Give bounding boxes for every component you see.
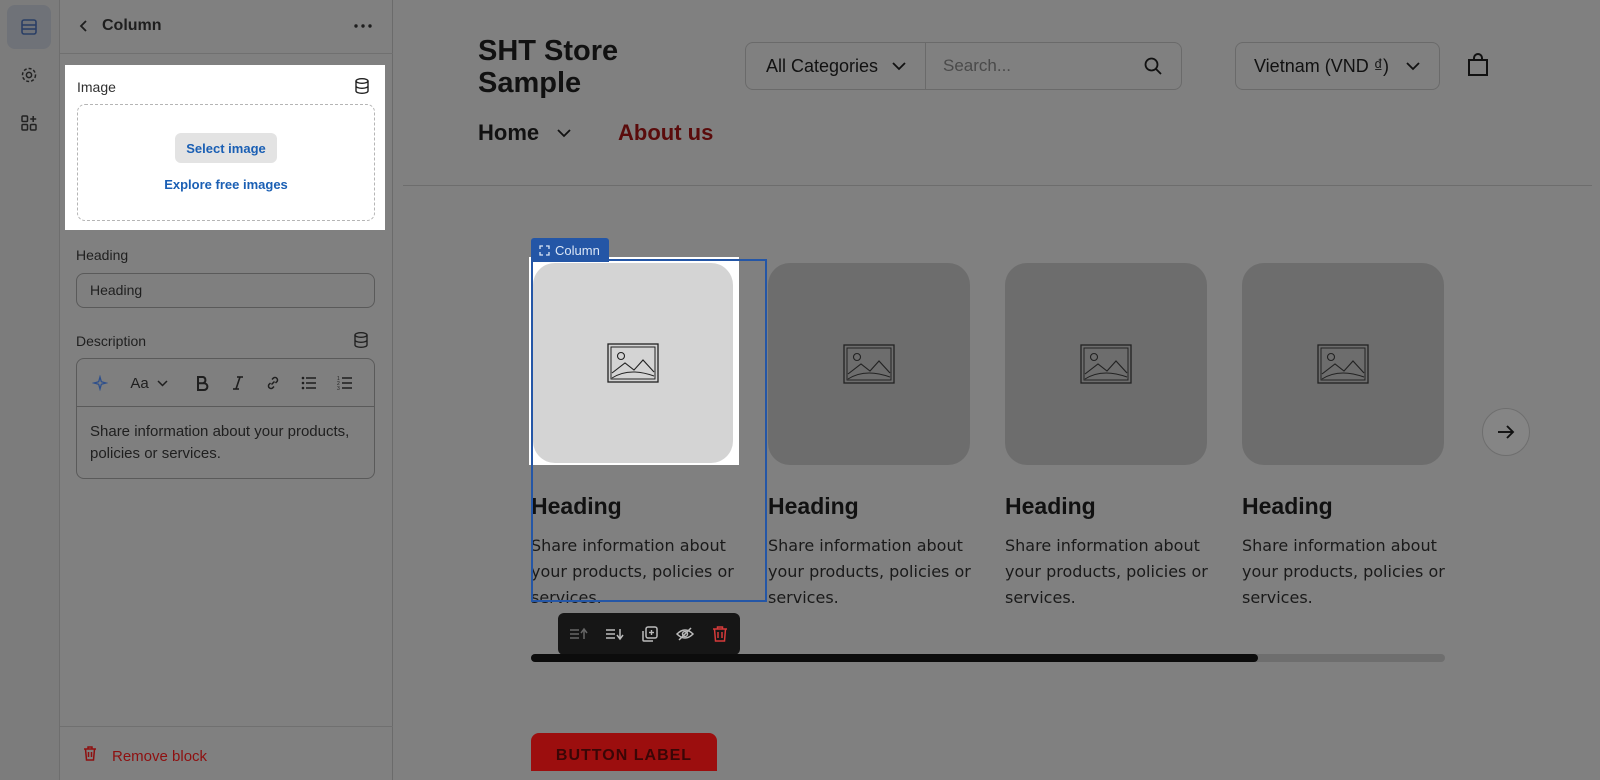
description-label: Description xyxy=(76,333,147,349)
search-input[interactable] xyxy=(943,43,1143,89)
heading-label: Heading xyxy=(76,247,129,263)
image-dropzone[interactable]: Select image Explore free images xyxy=(77,104,375,221)
apps-icon xyxy=(21,115,37,131)
slider-progress-bar[interactable] xyxy=(531,654,1445,662)
panel-title: Column xyxy=(102,17,162,34)
bold-icon xyxy=(197,376,209,391)
image-label: Image xyxy=(77,79,116,95)
dynamic-source-icon[interactable] xyxy=(352,331,370,349)
dynamic-source-icon[interactable] xyxy=(353,77,371,95)
cart-icon[interactable] xyxy=(1466,53,1490,77)
apps-button[interactable] xyxy=(7,101,51,145)
store-preview: SHT Store Sample All Categories Vietnam … xyxy=(403,9,1592,771)
card-heading: Heading xyxy=(1005,493,1096,519)
hide-icon[interactable] xyxy=(675,624,695,644)
nav-about-us[interactable]: About us xyxy=(618,120,713,146)
image-setting-card: Image Select image Explore free images xyxy=(65,65,385,230)
select-frame-icon xyxy=(539,244,550,256)
sparkle-icon xyxy=(92,375,108,391)
trash-icon xyxy=(84,746,96,761)
panel-header: Column xyxy=(60,0,393,54)
italic-button[interactable] xyxy=(227,371,249,395)
chevron-down-icon xyxy=(1406,62,1420,71)
image-placeholder xyxy=(1242,263,1444,465)
description-editor: Aa 123 Share information about your prod… xyxy=(76,358,375,479)
ai-generate-button[interactable] xyxy=(89,371,111,395)
image-placeholder-icon xyxy=(1080,344,1132,384)
card-description: Share information about your products, p… xyxy=(1005,536,1208,607)
numbered-list-button[interactable]: 123 xyxy=(334,371,356,395)
image-placeholder-icon xyxy=(1317,344,1369,384)
font-style-dropdown[interactable]: Aa xyxy=(127,371,171,395)
card-heading: Heading xyxy=(1242,493,1333,519)
arrow-right-icon xyxy=(1498,425,1515,439)
move-down-icon[interactable] xyxy=(604,624,624,644)
slider-next-button[interactable] xyxy=(1482,408,1530,456)
link-icon xyxy=(267,376,279,390)
description-text[interactable]: Share information about your products, p… xyxy=(90,421,360,465)
block-action-toolbar xyxy=(558,613,740,655)
remove-block-label: Remove block xyxy=(112,748,208,765)
card-description: Share information about your products, p… xyxy=(768,536,971,607)
category-select[interactable]: All Categories xyxy=(745,42,926,90)
search-box xyxy=(925,42,1182,90)
selected-column-outline xyxy=(531,259,767,602)
more-icon xyxy=(354,24,372,28)
card-description: Share information about your products, p… xyxy=(1242,536,1445,607)
category-select-value: All Categories xyxy=(766,55,879,76)
select-image-button[interactable]: Select image xyxy=(175,133,277,163)
store-header: SHT Store Sample All Categories Vietnam … xyxy=(403,9,1592,186)
image-placeholder-icon xyxy=(843,344,895,384)
remove-block-button[interactable]: Remove block xyxy=(60,726,393,780)
duplicate-icon[interactable] xyxy=(640,624,660,644)
sections-icon xyxy=(21,19,37,35)
country-currency-value: Vietnam (VND ₫) xyxy=(1254,55,1389,76)
search-icon[interactable] xyxy=(1143,56,1163,76)
italic-icon xyxy=(233,376,243,390)
chevron-down-icon xyxy=(157,379,168,387)
move-up-icon[interactable] xyxy=(568,624,588,644)
back-button[interactable] xyxy=(72,14,96,38)
cta-button[interactable]: BUTTON LABEL xyxy=(531,733,717,771)
chevron-down-icon xyxy=(892,62,906,71)
country-currency-select[interactable]: Vietnam (VND ₫) xyxy=(1235,42,1440,90)
gear-icon xyxy=(21,67,37,83)
column-selection-tag[interactable]: Column xyxy=(531,238,609,262)
nav-home[interactable]: Home xyxy=(478,120,539,146)
sections-button[interactable] xyxy=(7,5,51,49)
icon-rail xyxy=(0,0,60,780)
slider-progress-fill xyxy=(531,654,1258,662)
bullet-list-button[interactable] xyxy=(298,371,320,395)
bold-button[interactable] xyxy=(191,371,213,395)
image-placeholder xyxy=(768,263,970,465)
column-tag-label: Column xyxy=(555,242,600,258)
svg-text:3: 3 xyxy=(337,386,340,391)
chevron-left-icon xyxy=(79,20,87,32)
numbered-list-icon: 123 xyxy=(337,376,352,391)
font-style-label: Aa xyxy=(130,374,149,392)
link-button[interactable] xyxy=(262,371,284,395)
heading-input[interactable]: Heading xyxy=(76,273,375,308)
delete-icon[interactable] xyxy=(710,624,730,644)
image-placeholder xyxy=(1005,263,1207,465)
bullet-list-icon xyxy=(301,376,316,390)
rte-toolbar: Aa 123 xyxy=(77,359,374,407)
card-heading: Heading xyxy=(768,493,859,519)
more-options-button[interactable] xyxy=(349,14,377,38)
chevron-down-icon[interactable] xyxy=(556,126,572,140)
explore-free-images-link[interactable]: Explore free images xyxy=(78,177,374,192)
theme-settings-button[interactable] xyxy=(7,53,51,97)
store-logo-text[interactable]: SHT Store Sample xyxy=(478,35,658,99)
